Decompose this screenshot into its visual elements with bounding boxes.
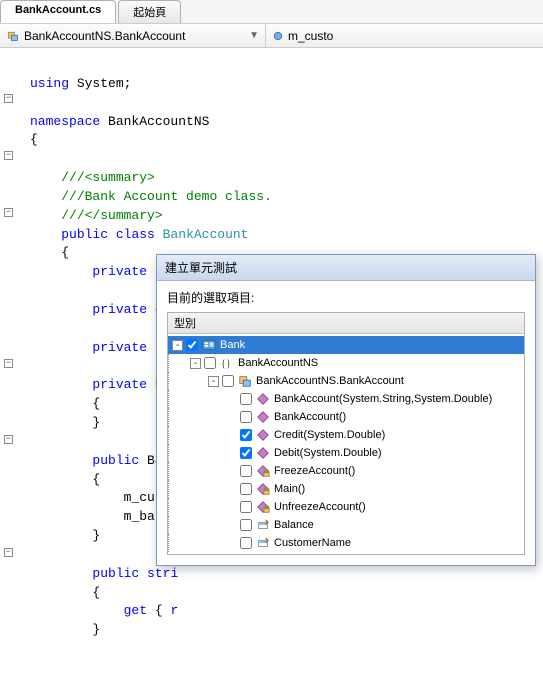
toggle-spacer: [226, 430, 237, 441]
tree-indent: [168, 534, 226, 552]
chevron-down-icon: ▼: [249, 30, 259, 41]
toggle-spacer: [226, 520, 237, 531]
tree-indent: [168, 480, 226, 498]
fold-toggle[interactable]: −: [4, 435, 13, 444]
fold-toggle[interactable]: −: [4, 208, 13, 217]
property-icon: [256, 518, 270, 532]
tree-row[interactable]: Balance: [168, 516, 524, 534]
tree-item-label: FreezeAccount(): [274, 465, 355, 477]
tree-item-label: BankAccount(): [274, 411, 346, 423]
tree-checkbox[interactable]: [240, 465, 252, 477]
tree-row[interactable]: - Bank: [168, 336, 524, 354]
fold-toggle[interactable]: −: [4, 548, 13, 557]
dialog-title: 建立單元測試: [157, 255, 535, 281]
tree-item-label: BankAccount(System.String,System.Double): [274, 393, 492, 405]
field-icon: [272, 30, 284, 42]
method-icon: [256, 428, 270, 442]
expand-toggle[interactable]: -: [190, 358, 201, 369]
tree-row[interactable]: UnfreezeAccount(): [168, 498, 524, 516]
tree-item-label: Balance: [274, 519, 314, 531]
method-pv-icon: [256, 500, 270, 514]
fold-gutter: − − − − − −: [4, 56, 24, 207]
tree-checkbox[interactable]: [240, 447, 252, 459]
tree-indent: [168, 408, 226, 426]
tree-row[interactable]: Debit(System.Double): [168, 444, 524, 462]
expand-toggle[interactable]: -: [208, 376, 219, 387]
tree-row[interactable]: BankAccount(): [168, 408, 524, 426]
tree-checkbox[interactable]: [186, 339, 198, 351]
tree-row[interactable]: Credit(System.Double): [168, 426, 524, 444]
method-icon: [256, 392, 270, 406]
class-icon: [6, 30, 20, 42]
tree-row[interactable]: FreezeAccount(): [168, 462, 524, 480]
tree-checkbox[interactable]: [240, 411, 252, 423]
toggle-spacer: [226, 538, 237, 549]
tree-row[interactable]: CustomerName: [168, 534, 524, 552]
toggle-spacer: [226, 484, 237, 495]
toggle-spacer: [226, 412, 237, 423]
tree-indent: [168, 426, 226, 444]
tree-item-label: CustomerName: [274, 537, 351, 549]
tab-bankaccount[interactable]: BankAccount.cs: [0, 0, 116, 23]
tree-checkbox[interactable]: [240, 429, 252, 441]
nav-class-label: BankAccountNS.BankAccount: [24, 29, 185, 43]
tree-body: - Bank - BankAccountNS - BankAccountNS.BankAc…: [168, 334, 524, 554]
tree-checkbox[interactable]: [222, 375, 234, 387]
create-unit-tests-dialog: 建立單元測試 目前的選取項目: 型別 - Bank - BankAccountNS - B…: [156, 254, 536, 566]
tree-checkbox[interactable]: [240, 519, 252, 531]
toggle-spacer: [226, 466, 237, 477]
assembly-icon: [202, 338, 216, 352]
fold-toggle[interactable]: −: [4, 359, 13, 368]
nav-class-dropdown[interactable]: BankAccountNS.BankAccount ▼: [0, 24, 266, 47]
tree-row[interactable]: - BankAccountNS.BankAccount: [168, 372, 524, 390]
tree-checkbox[interactable]: [204, 357, 216, 369]
tab-bar: BankAccount.cs 起始頁: [0, 0, 543, 24]
tree-indent: [168, 354, 190, 372]
tree-item-label: Debit(System.Double): [274, 447, 382, 459]
namespace-icon: [220, 356, 234, 370]
fold-toggle[interactable]: −: [4, 94, 13, 103]
nav-bar: BankAccountNS.BankAccount ▼ m_custo: [0, 24, 543, 48]
method-icon: [256, 410, 270, 424]
tree-column-header[interactable]: 型別: [168, 313, 524, 334]
tree-indent: [168, 372, 208, 390]
type-tree: 型別 - Bank - BankAccountNS - BankAccountNS.Ban…: [167, 312, 525, 555]
tab-startpage[interactable]: 起始頁: [118, 0, 181, 23]
toggle-spacer: [226, 502, 237, 513]
class-icon: [238, 374, 252, 388]
tree-row[interactable]: BankAccount(System.String,System.Double): [168, 390, 524, 408]
tree-indent: [168, 444, 226, 462]
tree-checkbox[interactable]: [240, 501, 252, 513]
dialog-selection-label: 目前的選取項目:: [167, 289, 525, 306]
method-icon: [256, 446, 270, 460]
tree-item-label: Bank: [220, 339, 245, 351]
tree-item-label: Main(): [274, 483, 305, 495]
toggle-spacer: [226, 394, 237, 405]
tree-row[interactable]: - BankAccountNS: [168, 354, 524, 372]
method-pv-icon: [256, 482, 270, 496]
tree-indent: [168, 516, 226, 534]
tree-item-label: BankAccountNS: [238, 357, 318, 369]
tree-item-label: BankAccountNS.BankAccount: [256, 375, 404, 387]
tree-item-label: UnfreezeAccount(): [274, 501, 366, 513]
method-pv-icon: [256, 464, 270, 478]
tree-checkbox[interactable]: [240, 537, 252, 549]
tree-item-label: Credit(System.Double): [274, 429, 385, 441]
nav-member-dropdown[interactable]: m_custo: [266, 24, 543, 47]
tree-row[interactable]: Main(): [168, 480, 524, 498]
toggle-spacer: [226, 448, 237, 459]
nav-member-label: m_custo: [288, 29, 333, 43]
expand-toggle[interactable]: -: [172, 340, 183, 351]
property-icon: [256, 536, 270, 550]
tree-indent: [168, 390, 226, 408]
tree-indent: [168, 498, 226, 516]
tree-checkbox[interactable]: [240, 483, 252, 495]
fold-toggle[interactable]: −: [4, 151, 13, 160]
tree-checkbox[interactable]: [240, 393, 252, 405]
tree-indent: [168, 462, 226, 480]
